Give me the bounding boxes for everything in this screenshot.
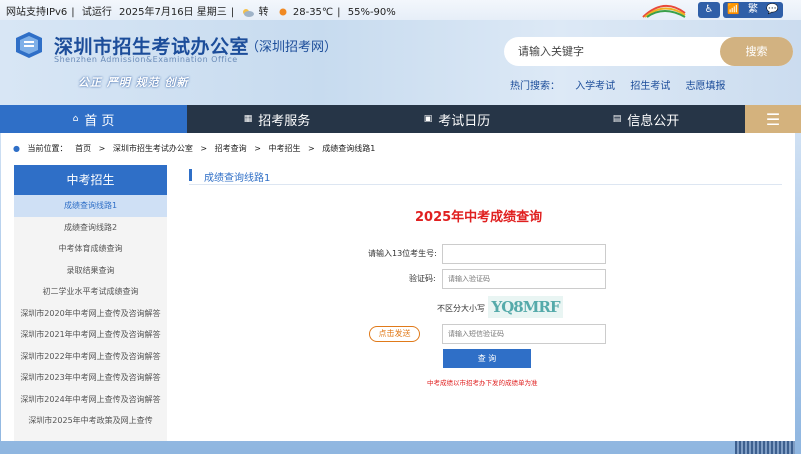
section-accent-bar [189,169,192,181]
accessibility-tools: ♿ 📶 繁 💬 [698,2,783,18]
footer-decoration [735,441,795,454]
hot-search-link[interactable]: 入学考试 [575,81,615,92]
sidebar-item-pe-score[interactable]: 中考体育成绩查询 [14,238,167,260]
section-header: 成绩查询线路1 [189,169,782,185]
nav-calendar[interactable]: ▣ 考试日历 [367,105,547,133]
hot-search-link[interactable]: 志愿填报 [686,81,726,92]
humidity-text: 55%-90% [347,7,396,18]
site-english-name: Shenzhen Admission&Examination Office [54,55,238,64]
menu-button[interactable]: ☰ [745,105,801,133]
chat-icon[interactable]: 💬 [766,2,778,18]
site-header: 深圳市招生考试办公室 （深圳招考网） Shenzhen Admission&Ex… [0,20,801,105]
breadcrumb-link[interactable]: 首页 [75,144,91,153]
nav-label: 招考服务 [258,113,311,129]
nav-label: 考试日历 [438,113,491,129]
temperature-text: 28-35℃ [292,7,334,18]
breadcrumb-link[interactable]: 招考查询 [215,144,247,153]
hot-search: 热门搜索： 入学考试 招生考试 志愿填报 [510,77,738,92]
accessibility-icon[interactable]: ♿ [698,2,720,18]
sidebar-item-2024[interactable]: 深圳市2024年中考网上查传及咨询解答 [14,389,167,411]
home-icon: ⌂ [72,114,79,124]
divider: | [230,7,235,18]
send-sms-button[interactable]: 点击发送 [369,326,420,342]
sidebar-item-grade8-score[interactable]: 初二学业水平考试成绩查询 [14,281,167,303]
breadcrumb-link[interactable]: 中考招生 [268,144,300,153]
sidebar-title: 中考招生 [14,165,167,195]
divider: | [71,7,75,18]
breadcrumb-sep: > [98,144,106,153]
sidebar-item-2025[interactable]: 深圳市2025年中考政策及网上查传 [14,410,167,432]
cloudy-icon [243,9,255,17]
search-box: 搜索 [504,37,793,66]
breadcrumb-sep: > [254,144,261,153]
trial-text: 试运行 [81,7,112,18]
search-button[interactable]: 搜索 [720,37,793,66]
grid-icon: ▦ [243,114,253,124]
breadcrumb-link[interactable]: 深圳市招生考试办公室 [113,144,193,153]
breadcrumb-label: 当前位置： [27,144,68,153]
query-button[interactable]: 查 询 [443,349,531,368]
hot-search-label: 热门搜索： [510,81,560,92]
form-heading: 2025年中考成绩查询 [415,210,543,225]
sidebar-item-2022[interactable]: 深圳市2022年中考网上查传及咨询解答 [14,346,167,368]
captcha-image[interactable]: YQ8MRF [488,296,563,318]
location-pin-icon: ● [13,144,20,153]
hot-search-link[interactable]: 招生考试 [630,81,670,92]
breadcrumb: ● 当前位置： 首页 > 深圳市招生考试办公室 > 招考查询 > 中考招生 > … [13,143,380,154]
case-insensitive-note: 不区分大小写 [437,304,485,313]
sidebar: 中考招生 成绩查询线路1 成绩查询线路2 中考体育成绩查询 录取结果查询 初二学… [14,165,167,441]
date-text: 2025年7月16日 星期三 [119,7,227,18]
weather-text: 转 [258,7,269,18]
section-title: 成绩查询线路1 [204,173,271,184]
sidebar-item-score-line2[interactable]: 成绩查询线路2 [14,217,167,239]
signal-icon[interactable]: 📶 [727,2,739,18]
sms-code-input[interactable] [442,324,606,344]
sidebar-item-2021[interactable]: 深圳市2021年中考网上查传及咨询解答 [14,324,167,346]
nav-services[interactable]: ▦ 招考服务 [187,105,367,133]
top-info: 网站支持IPv6 | 试运行 2025年7月16日 星期三 | 转 28-35℃ | … [6,3,400,18]
sidebar-item-2023[interactable]: 深圳市2023年中考网上查传及咨询解答 [14,367,167,389]
sidebar-item-score-line1[interactable]: 成绩查询线路1 [14,195,167,217]
exam-id-input[interactable] [442,244,606,264]
nav-info[interactable]: ▤ 信息公开 [547,105,745,133]
divider: | [337,7,341,18]
exam-id-label: 请输入13位考生号: [368,249,437,258]
rainbow-logo-icon [642,5,686,18]
breadcrumb-sep: > [200,144,208,153]
captcha-input[interactable] [442,269,606,289]
disclaimer-note: 中考成绩以市招考办下发的成绩单为准 [427,379,538,387]
breadcrumb-current[interactable]: 成绩查询线路1 [322,144,375,153]
main-content: ● 当前位置： 首页 > 深圳市招生考试办公室 > 招考查询 > 中考招生 > … [1,133,795,441]
traditional-chinese-button[interactable]: 繁 [748,2,758,18]
captcha-label: 验证码: [409,274,436,283]
sunny-icon [279,8,287,16]
breadcrumb-sep: > [308,144,315,153]
site-slogan: 公正 严明 规范 创新 [78,76,189,89]
nav-home[interactable]: ⌂ 首 页 [0,105,187,133]
tools-group: 📶 繁 💬 [723,2,783,18]
sidebar-item-2020[interactable]: 深圳市2020年中考网上查传及咨询解答 [14,303,167,325]
calendar-icon: ▣ [423,114,433,124]
site-emblem-icon [16,32,42,58]
document-icon: ▤ [612,114,622,124]
nav-label: 首 页 [84,113,115,129]
sidebar-item-admission[interactable]: 录取结果查询 [14,260,167,282]
ipv6-text: 网站支持IPv6 [6,7,68,18]
main-nav: ⌂ 首 页 ▦ 招考服务 ▣ 考试日历 ▤ 信息公开 ☰ [0,105,801,133]
top-info-bar: 网站支持IPv6 | 试运行 2025年7月16日 星期三 | 转 28-35℃ | … [0,0,801,20]
search-input[interactable] [518,37,718,66]
site-subtitle: （深圳招考网） [246,40,338,55]
nav-label: 信息公开 [627,113,680,129]
